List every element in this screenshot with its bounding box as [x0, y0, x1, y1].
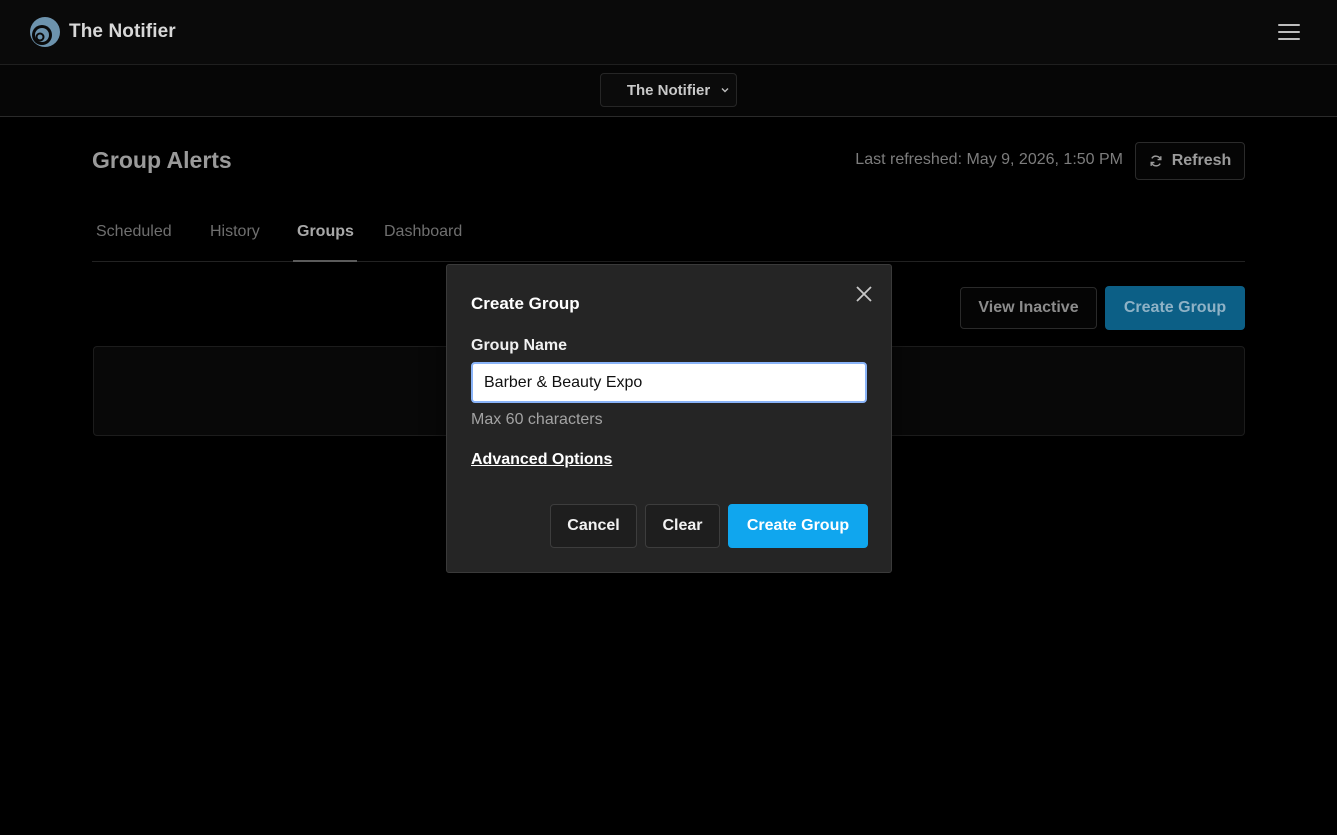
group-name-input[interactable] — [471, 362, 867, 403]
tab-history[interactable]: History — [210, 214, 260, 262]
tab-scheduled[interactable]: Scheduled — [96, 214, 172, 262]
app-name: The Notifier — [69, 21, 176, 42]
org-bar: The Notifier — [0, 65, 1337, 117]
cancel-button[interactable]: Cancel — [550, 504, 637, 548]
refresh-label: Refresh — [1171, 152, 1232, 169]
clear-button[interactable]: Clear — [645, 504, 720, 548]
group-name-label: Group Name — [471, 337, 568, 354]
refresh-icon — [1150, 155, 1162, 167]
submit-create-group-button[interactable]: Create Group — [728, 504, 868, 548]
page-title: Group Alerts — [92, 147, 232, 173]
brand[interactable]: The Notifier — [28, 15, 176, 49]
tab-bar: Scheduled History Groups Dashboard — [92, 214, 1245, 262]
view-inactive-button[interactable]: View Inactive — [960, 287, 1097, 329]
close-icon[interactable] — [855, 285, 873, 303]
chevron-down-icon — [721, 88, 729, 93]
org-selector[interactable]: The Notifier — [600, 73, 737, 107]
create-group-dialog: Create Group Group Name Max 60 character… — [446, 264, 892, 573]
refresh-button[interactable]: Refresh — [1135, 142, 1245, 180]
create-group-button[interactable]: Create Group — [1105, 286, 1245, 330]
top-bar: The Notifier — [0, 0, 1337, 65]
tab-dashboard[interactable]: Dashboard — [384, 214, 462, 262]
org-selector-value: The Notifier — [626, 81, 711, 99]
tab-groups[interactable]: Groups — [293, 214, 357, 262]
last-refreshed-text: Last refreshed: May 9, 2026, 1:50 PM — [855, 151, 1123, 168]
dialog-title: Create Group — [471, 294, 580, 313]
group-name-hint: Max 60 characters — [471, 411, 603, 428]
advanced-options-link[interactable]: Advanced Options — [471, 451, 612, 469]
notifier-logo-icon — [30, 17, 60, 47]
hamburger-menu-icon[interactable] — [1278, 24, 1300, 40]
